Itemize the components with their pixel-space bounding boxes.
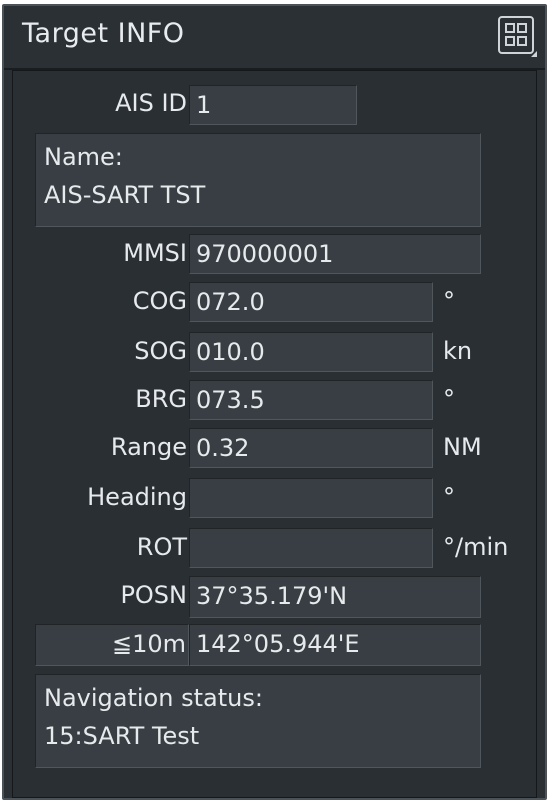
rot-value [189, 528, 433, 568]
navigation-status-block: Navigation status: 15:SART Test [35, 674, 481, 768]
target-info-window: Target INFO AIS ID 1 Name: AIS-SART TST … [2, 4, 547, 800]
heading-label: Heading [87, 483, 187, 511]
heading-value [189, 478, 433, 518]
mmsi-label: MMSI [123, 239, 187, 267]
navigation-status-label: Navigation status: [44, 684, 263, 712]
rot-label: ROT [136, 533, 187, 561]
posn-longitude: 142°05.944'E [189, 624, 481, 666]
sog-label: SOG [134, 337, 187, 365]
sog-unit: kn [443, 337, 473, 365]
name-label: Name: [44, 143, 123, 171]
sog-value: 010.0 [189, 332, 433, 372]
mmsi-value: 970000001 [189, 234, 481, 274]
accuracy-label: ≦10m [35, 624, 189, 666]
posn-latitude: 37°35.179'N [189, 576, 481, 618]
cog-value: 072.0 [189, 282, 433, 322]
cog-label: COG [132, 287, 187, 315]
menu-corner-icon [531, 51, 537, 57]
brg-label: BRG [135, 385, 187, 413]
cog-unit: ° [443, 287, 455, 315]
window-title: Target INFO [22, 18, 185, 49]
ais-id-label: AIS ID [115, 89, 187, 117]
brg-value: 073.5 [189, 380, 433, 420]
navigation-status-value: 15:SART Test [44, 722, 200, 750]
range-unit: NM [443, 433, 482, 461]
rot-unit: °/min [443, 533, 509, 561]
name-value: AIS-SART TST [44, 181, 206, 209]
range-value: 0.32 [189, 428, 433, 468]
name-block: Name: AIS-SART TST [35, 133, 481, 227]
title-bar: Target INFO [4, 6, 545, 70]
posn-label: POSN [120, 581, 187, 609]
range-label: Range [110, 433, 187, 461]
target-info-content: AIS ID 1 Name: AIS-SART TST MMSI 9700000… [12, 70, 537, 798]
grid-menu-icon[interactable] [498, 16, 534, 54]
brg-unit: ° [443, 385, 455, 413]
ais-id-value: 1 [189, 85, 357, 125]
heading-unit: ° [443, 483, 455, 511]
